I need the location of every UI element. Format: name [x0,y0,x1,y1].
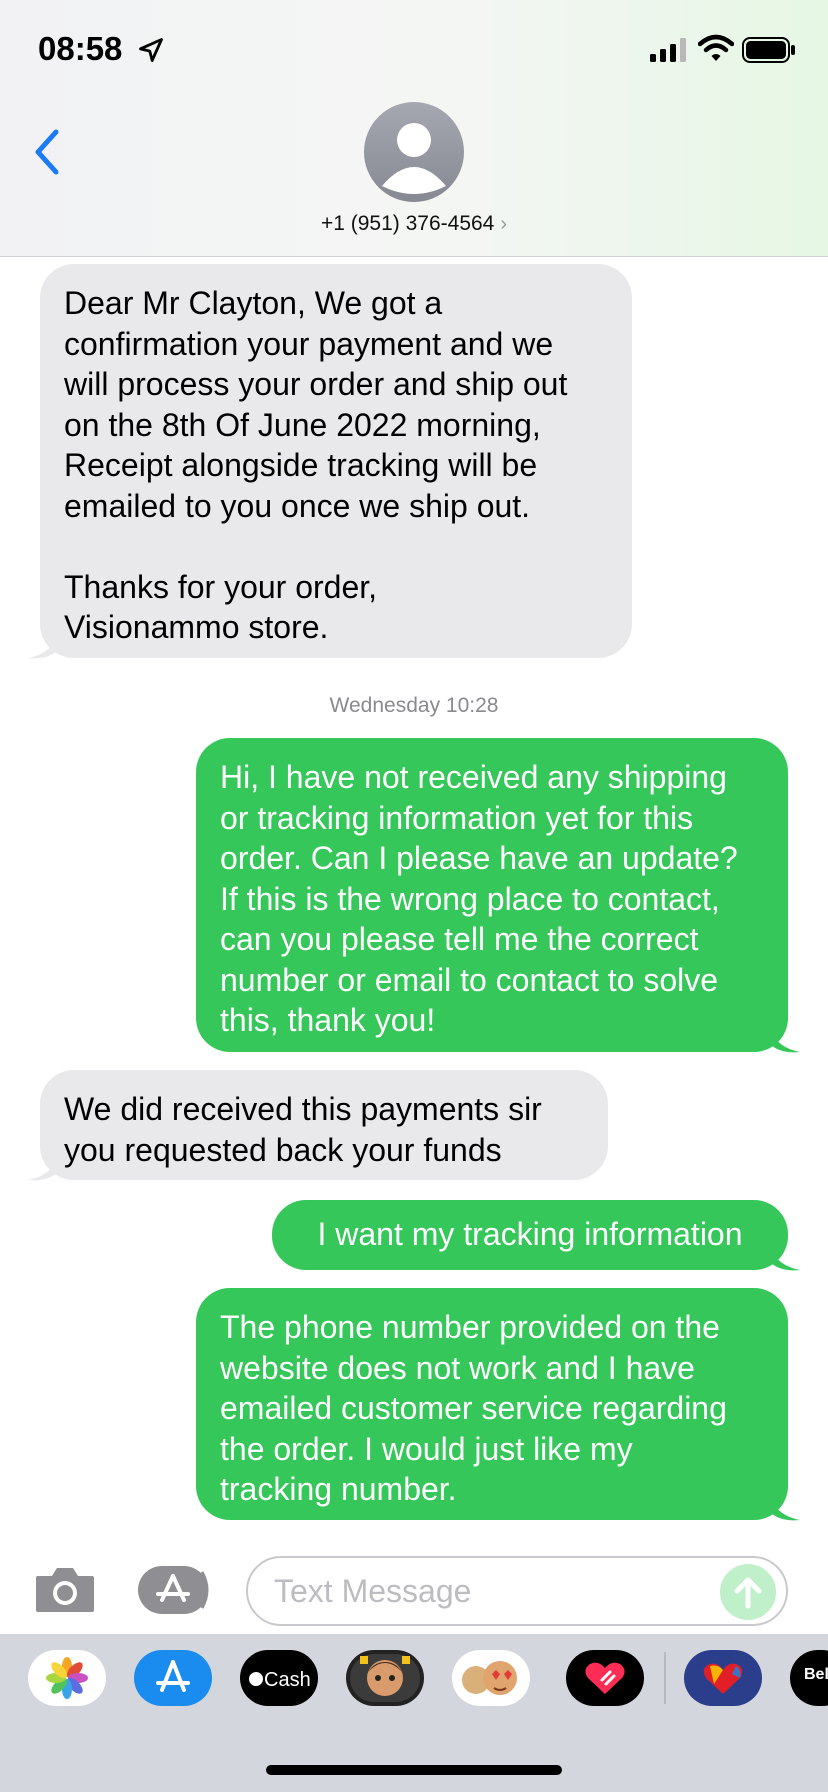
incoming-message[interactable]: We did received this payments sir you re… [40,1070,608,1180]
back-chevron-icon[interactable] [30,128,66,176]
tray-divider [664,1652,666,1704]
camera-icon[interactable] [34,1564,96,1614]
memoji-stickers-icon[interactable] [452,1650,530,1706]
memoji-icon[interactable] [346,1650,424,1706]
contact-avatar[interactable] [364,102,464,202]
message-input-placeholder: Text Message [274,1573,472,1609]
person-icon [382,123,446,194]
southwest-icon[interactable] [684,1650,762,1706]
app-store-icon[interactable] [134,1650,212,1706]
bubble-tail [770,1498,800,1521]
message-input[interactable]: Text Message [246,1556,788,1626]
bubble-tail [28,1158,58,1181]
arrow-up-icon [734,1577,762,1609]
bubble-tail [770,1030,800,1053]
app-store-apps-icon[interactable] [138,1566,212,1614]
location-arrow-icon [139,38,163,62]
outgoing-message[interactable]: The phone number provided on the website… [196,1288,788,1520]
outgoing-message[interactable]: Hi, I have not received any shipping or … [196,738,788,1052]
battery-icon [742,37,795,63]
incoming-message[interactable]: Dear Mr Clayton, We got a confirmation y… [40,264,632,658]
contact-name[interactable]: +1 (951) 376-4564 › [0,212,828,236]
bubble-tail [770,1248,800,1271]
bubble-tail [28,636,58,659]
photos-icon[interactable] [28,1650,106,1706]
home-indicator[interactable] [266,1765,562,1775]
apple-cash-icon[interactable]: Cash [240,1650,318,1706]
digital-touch-icon[interactable] [566,1650,644,1706]
wifi-icon [698,34,734,61]
send-button[interactable] [720,1564,776,1620]
outgoing-message[interactable]: I want my tracking information [272,1200,788,1270]
message-timestamp: Wednesday 10:28 [329,694,499,717]
status-time: 08:58 [38,30,123,67]
apple-cash-label: Cash [264,1669,311,1691]
cellular-signal-icon [650,38,686,62]
partial-app-label: Bel [804,1666,828,1683]
chevron-right-icon: › [500,213,508,235]
